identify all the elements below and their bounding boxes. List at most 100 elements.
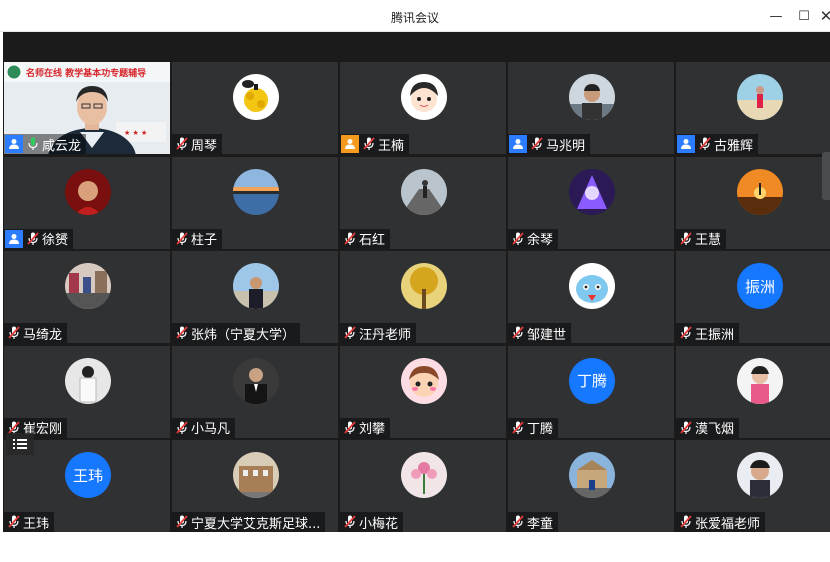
mic-muted-icon (26, 231, 40, 247)
participant-tile[interactable]: 宁夏大学艾克斯足球... (172, 440, 338, 532)
avatar (569, 74, 615, 120)
mic-active-icon (26, 136, 40, 152)
side-panel-handle[interactable] (822, 152, 830, 200)
user-host-icon (5, 135, 23, 153)
participant-tile[interactable]: 张炜（宁夏大学） (172, 251, 338, 343)
participant-name: 汪丹老师 (359, 327, 412, 343)
participant-tile[interactable]: 周琴 (172, 62, 338, 154)
participant-tile[interactable]: 徐赟 (4, 156, 170, 249)
user-role-icon (509, 135, 527, 153)
user-role-icon (677, 135, 695, 153)
avatar (401, 168, 447, 215)
name-bar: 邹建世 (508, 323, 572, 343)
participant-name: 王慧 (695, 233, 722, 248)
participant-name: 柱子 (191, 233, 218, 248)
participant-name: 王振洲 (695, 327, 735, 343)
mic-muted-icon (343, 231, 357, 247)
avatar (401, 263, 447, 309)
participant-tile[interactable]: 小梅花 (340, 440, 506, 532)
participant-tile[interactable]: 古雅辉 (676, 62, 830, 154)
participant-name: 石红 (359, 233, 386, 248)
participant-name: 小马凡 (191, 422, 231, 437)
participant-name: 马绮龙 (23, 327, 63, 343)
participant-name: 徐赟 (42, 233, 69, 248)
avatar (737, 452, 783, 498)
participant-tile[interactable]: 丁腾 丁腾 (508, 345, 674, 438)
mic-muted-icon (7, 514, 21, 530)
participant-tile-featured[interactable]: ★ ★ ★ 名师在线 教学基本功专题辅导 咸云龙 (4, 62, 170, 154)
mic-muted-icon (343, 325, 357, 341)
mic-muted-icon (175, 231, 189, 247)
participant-tile[interactable]: 邹建世 (508, 251, 674, 343)
participant-name: 张爱福老师 (695, 516, 761, 532)
participant-tile[interactable]: 王楠 (340, 62, 506, 154)
mic-muted-icon (679, 420, 693, 436)
participant-name: 丁腾 (527, 422, 554, 437)
avatar-initials: 振洲 (737, 263, 783, 309)
window-title: 腾讯会议 (390, 11, 439, 25)
name-bar: 汪丹老师 (340, 323, 417, 343)
avatar (569, 452, 615, 498)
participant-list-icon[interactable] (6, 433, 34, 455)
mic-muted-icon (679, 325, 693, 341)
avatar (65, 168, 111, 215)
participant-tile[interactable]: 李童 (508, 440, 674, 532)
mic-muted-icon (175, 136, 189, 152)
avatar (737, 74, 783, 120)
participant-tile[interactable]: 汪丹老师 (340, 251, 506, 343)
avatar-initials: 丁腾 (569, 357, 615, 404)
participant-tile[interactable]: 振洲王振洲 (676, 251, 830, 343)
avatar (737, 357, 783, 404)
minimize-button[interactable]: — (766, 6, 786, 26)
avatar (569, 263, 615, 309)
participant-tile[interactable]: 王慧 (676, 156, 830, 249)
name-bar: 王慧 (676, 228, 727, 249)
name-bar: 宁夏大学艾克斯足球... (172, 512, 326, 532)
participant-name: 李童 (527, 516, 554, 532)
bottom-bar (0, 532, 830, 562)
name-bar: 漠飞烟 (676, 417, 740, 438)
participant-name: 马兆明 (546, 138, 586, 154)
video-gallery: ★ ★ ★ 名师在线 教学基本功专题辅导 咸云龙 周琴 王楠 马兆明 古雅辉徐赟 柱子 石… (3, 32, 830, 532)
participant-tile[interactable]: 小马凡 (172, 345, 338, 438)
mic-muted-icon (698, 136, 712, 152)
name-bar: 张爱福老师 (676, 512, 766, 532)
name-bar: 柱子 (172, 228, 223, 249)
mic-muted-icon (362, 136, 376, 152)
name-bar: 张炜（宁夏大学） (172, 323, 301, 343)
avatar (233, 74, 279, 120)
participant-name: 古雅辉 (714, 138, 754, 154)
participant-tile[interactable]: 崔宏刚 (4, 345, 170, 438)
participant-name: 宁夏大学艾克斯足球... (191, 516, 321, 532)
name-bar: 咸云龙 (4, 134, 87, 154)
user-role-icon (341, 135, 359, 153)
mic-muted-icon (511, 231, 525, 247)
participant-tile[interactable]: 马兆明 (508, 62, 674, 154)
mic-muted-icon (175, 514, 189, 530)
name-bar: 王楠 (340, 134, 410, 154)
mic-muted-icon (530, 136, 544, 152)
maximize-button[interactable]: ☐ (794, 6, 814, 26)
mic-muted-icon (511, 420, 525, 436)
name-bar: 王玮 (4, 512, 55, 532)
participant-tile[interactable]: 柱子 (172, 156, 338, 249)
name-bar: 小马凡 (172, 417, 236, 438)
name-bar: 石红 (340, 228, 391, 249)
mic-muted-icon (175, 325, 189, 341)
avatar (65, 263, 111, 309)
avatar (233, 452, 279, 498)
avatar (233, 263, 279, 309)
participant-tile[interactable]: 马绮龙 (4, 251, 170, 343)
close-button[interactable]: ✕ (816, 6, 830, 26)
participant-tile[interactable]: 余琴 (508, 156, 674, 249)
name-bar: 李童 (508, 512, 559, 532)
participant-tile[interactable]: 漠飞烟 (676, 345, 830, 438)
avatar (569, 168, 615, 215)
name-bar: 余琴 (508, 228, 559, 249)
avatar-initials: 王玮 (65, 452, 111, 498)
participant-tile[interactable]: 刘攀 (340, 345, 506, 438)
participant-tile[interactable]: 石红 (340, 156, 506, 249)
avatar (65, 357, 111, 404)
participant-tile[interactable]: 张爱福老师 (676, 440, 830, 532)
avatar (401, 74, 447, 120)
